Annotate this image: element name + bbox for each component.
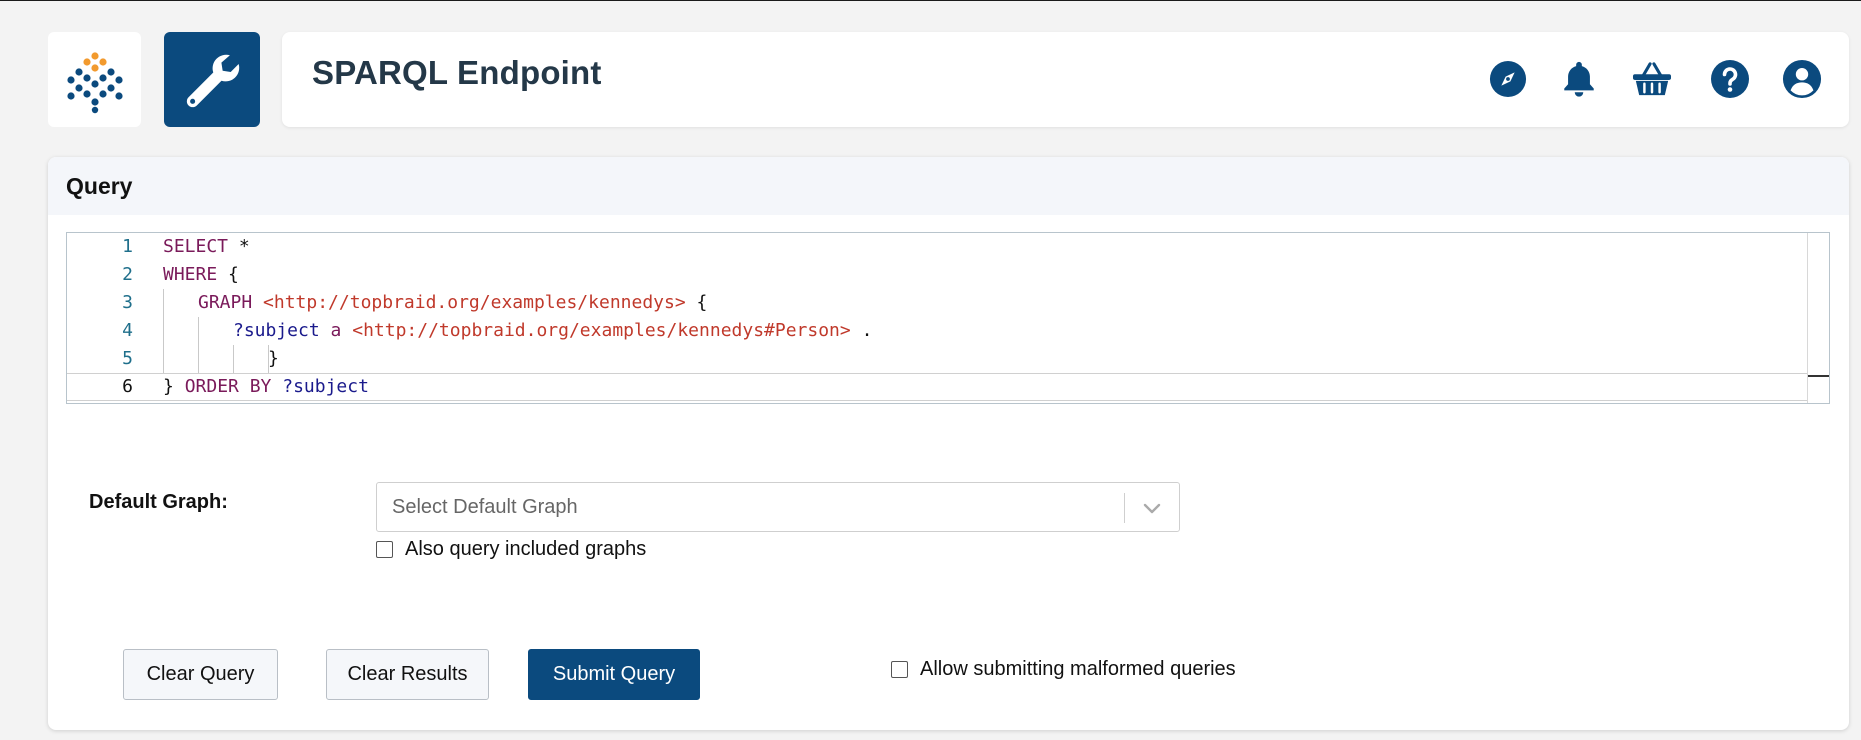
editor-scrollbar-thumb[interactable] — [1808, 375, 1829, 377]
chevron-down-icon[interactable] — [1141, 497, 1163, 519]
header-bar: SPARQL Endpoint — [282, 32, 1849, 127]
allow-malformed-label: Allow submitting malformed queries — [920, 658, 1236, 680]
app-logo[interactable] — [48, 32, 141, 127]
code-token: . — [850, 320, 873, 341]
line-number: 3 — [122, 292, 133, 313]
user-icon — [1782, 59, 1822, 99]
allow-malformed-option[interactable]: Allow submitting malformed queries — [891, 658, 1236, 681]
line-number: 5 — [122, 348, 133, 369]
code-token: ORDER BY — [184, 376, 272, 397]
code-token: * — [228, 236, 250, 257]
indent-guide — [198, 317, 199, 345]
user-menu-button[interactable] — [1782, 59, 1822, 99]
indent-guide — [163, 317, 164, 345]
code-token: ?subject — [233, 320, 320, 341]
code-line: SELECT * — [163, 233, 250, 261]
code-line: ?subject a <http://topbraid.org/examples… — [233, 317, 872, 345]
indent-guide — [163, 289, 164, 317]
line-number: 2 — [122, 264, 133, 285]
code-line: } ORDER BY ?subject — [163, 373, 369, 401]
code-token: GRAPH — [198, 292, 253, 313]
line-number-gutter: 1 2 3 4 5 6 — [67, 233, 157, 403]
compass-icon — [1489, 60, 1527, 98]
notifications-button[interactable] — [1559, 59, 1599, 99]
submit-query-button[interactable]: Submit Query — [528, 649, 700, 700]
code-token: SELECT — [163, 236, 229, 257]
include-graphs-checkbox[interactable] — [376, 541, 393, 558]
code-line: WHERE { — [163, 261, 239, 289]
include-graphs-option[interactable]: Also query included graphs — [376, 538, 646, 561]
line-number: 6 — [122, 376, 133, 397]
allow-malformed-checkbox[interactable] — [891, 661, 908, 678]
indent-guide — [198, 345, 199, 373]
code-token: } — [268, 348, 279, 369]
include-graphs-label: Also query included graphs — [405, 538, 647, 560]
select-separator — [1124, 493, 1125, 523]
tool-button[interactable] — [164, 32, 260, 127]
clear-results-button[interactable]: Clear Results — [326, 649, 489, 700]
query-panel-title: Query — [66, 172, 133, 199]
code-token: ?subject — [282, 376, 369, 397]
indent-guide — [163, 345, 164, 373]
default-graph-select[interactable]: Select Default Graph — [376, 482, 1180, 532]
editor-scrollbar[interactable] — [1807, 233, 1829, 403]
code-token: WHERE — [163, 264, 218, 285]
query-panel: Query 1 2 3 4 5 6 SELECT * WHERE { GRAPH… — [48, 157, 1849, 730]
basket-icon — [1633, 62, 1671, 96]
clear-query-button[interactable]: Clear Query — [123, 649, 278, 700]
page-title: SPARQL Endpoint — [312, 54, 602, 91]
query-panel-header: Query — [48, 157, 1849, 215]
wrench-icon — [186, 54, 240, 107]
code-token: { — [217, 264, 239, 285]
code-token: <http://topbraid.org/examples/kennedys#P… — [352, 320, 851, 341]
line-number: 4 — [122, 320, 133, 341]
query-editor[interactable]: 1 2 3 4 5 6 SELECT * WHERE { GRAPH <http… — [66, 232, 1830, 404]
code-token: } — [163, 376, 185, 397]
basket-button[interactable] — [1632, 59, 1672, 99]
bell-icon — [1564, 61, 1594, 97]
code-area[interactable]: SELECT * WHERE { GRAPH <http://topbraid.… — [163, 233, 1805, 403]
topbraid-logo — [66, 51, 123, 113]
explore-button[interactable] — [1488, 59, 1528, 99]
help-icon — [1711, 60, 1749, 98]
code-token: { — [685, 292, 708, 313]
code-line: } — [268, 345, 279, 373]
default-graph-label: Default Graph: — [89, 491, 228, 513]
indent-guide — [233, 345, 234, 373]
default-graph-placeholder: Select Default Graph — [392, 496, 578, 518]
code-token: <http://topbraid.org/examples/kennedys> — [263, 292, 686, 313]
line-number: 1 — [122, 236, 133, 257]
help-button[interactable] — [1710, 59, 1750, 99]
code-line: GRAPH <http://topbraid.org/examples/kenn… — [198, 289, 707, 317]
code-token: a — [330, 320, 342, 341]
